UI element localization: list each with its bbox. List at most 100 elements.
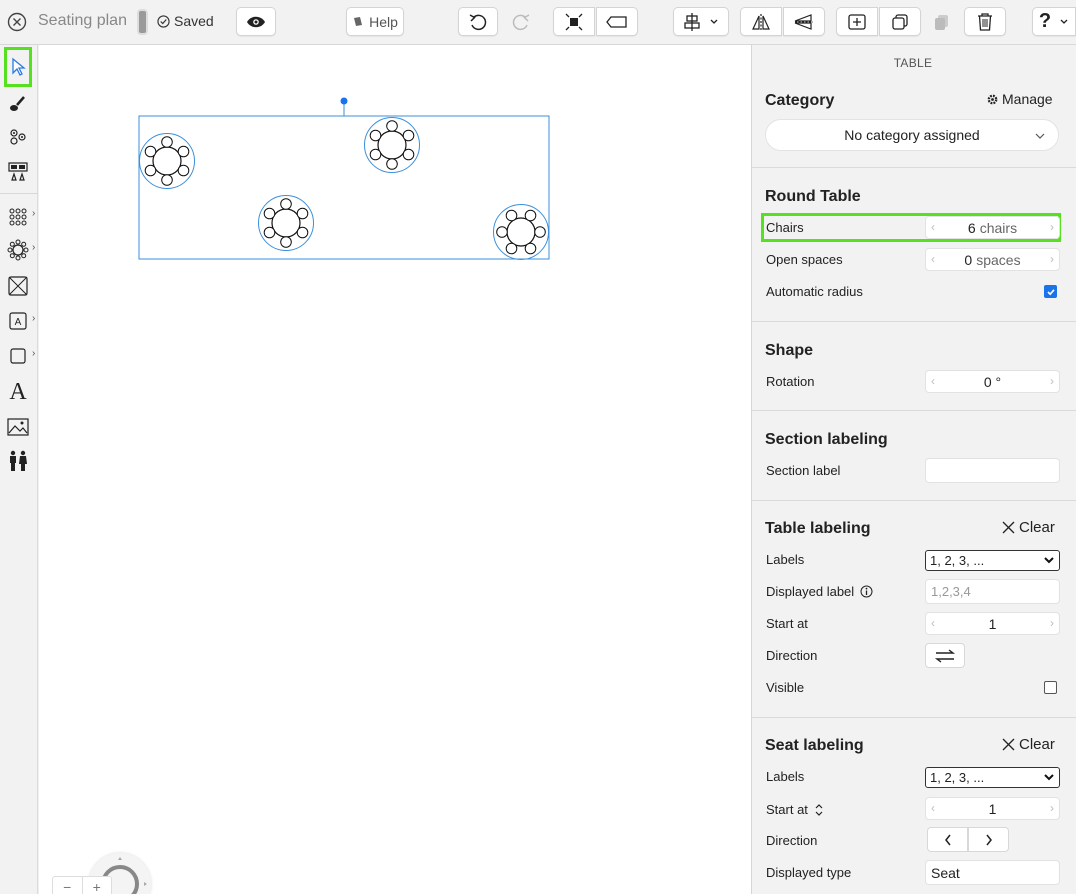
chevron-left-icon[interactable]: ‹ xyxy=(931,220,935,234)
delete-button[interactable] xyxy=(964,7,1006,36)
brush-tool[interactable] xyxy=(4,90,32,118)
tables-tool[interactable] xyxy=(4,157,32,185)
chair-seat[interactable] xyxy=(296,226,309,239)
chevron-left-icon[interactable]: ‹ xyxy=(931,374,935,388)
round-table[interactable] xyxy=(493,204,549,260)
tag-button[interactable] xyxy=(596,7,638,36)
chevron-left-icon[interactable]: ‹ xyxy=(931,616,935,630)
title-edit-handle[interactable] xyxy=(137,9,148,35)
chevron-left-icon[interactable]: ‹ xyxy=(931,801,935,815)
chair-seat[interactable] xyxy=(369,148,382,161)
clear-label: Clear xyxy=(1019,736,1055,753)
chevron-left-icon[interactable]: ‹ xyxy=(931,252,935,266)
table-top xyxy=(152,146,182,176)
round-tables[interactable] xyxy=(139,117,549,260)
floor-plan-svg[interactable] xyxy=(39,45,751,894)
round-table[interactable] xyxy=(139,133,195,189)
chevron-right-icon[interactable]: › xyxy=(1050,374,1054,388)
automatic-radius-checkbox[interactable] xyxy=(1044,285,1057,298)
redo-button[interactable] xyxy=(508,11,534,33)
shape-icon xyxy=(10,348,26,364)
chair-seat[interactable] xyxy=(386,158,398,170)
chevron-right-icon[interactable]: › xyxy=(1050,220,1054,234)
seats-tool[interactable] xyxy=(4,123,32,151)
displayed-label-input[interactable]: 1,2,3,4 xyxy=(925,579,1060,604)
selection-box[interactable] xyxy=(138,115,550,260)
chair-seat[interactable] xyxy=(505,209,518,222)
seat-start-at-stepper[interactable]: ‹ 1 › xyxy=(925,797,1060,820)
chair-seat[interactable] xyxy=(177,145,190,158)
people-tool[interactable] xyxy=(4,447,32,475)
table-start-at-stepper[interactable]: ‹ 1 › xyxy=(925,612,1060,635)
chair-seat[interactable] xyxy=(280,236,292,248)
seat-direction-left-button[interactable] xyxy=(927,827,968,852)
chair-seat[interactable] xyxy=(280,198,292,210)
chair-seat[interactable] xyxy=(144,164,157,177)
label-tool[interactable]: A xyxy=(4,307,32,335)
round-table-tool[interactable] xyxy=(4,236,32,264)
section-label-input[interactable] xyxy=(925,458,1060,483)
zoom-in-button[interactable]: + xyxy=(81,877,112,894)
table-labeling-clear-button[interactable]: Clear xyxy=(1002,519,1055,536)
area-tool[interactable] xyxy=(4,272,32,300)
align-button[interactable] xyxy=(673,7,729,36)
floor-plan-canvas[interactable]: − + xyxy=(39,45,751,894)
seat-labeling-clear-button[interactable]: Clear xyxy=(1002,736,1055,753)
add-group-button[interactable] xyxy=(836,7,878,36)
open-spaces-stepper[interactable]: ‹ 0 spaces › xyxy=(925,248,1060,271)
chair-seat[interactable] xyxy=(402,129,415,142)
zoom-out-button[interactable]: − xyxy=(53,877,82,894)
shape-tool[interactable] xyxy=(4,342,32,370)
sort-icon[interactable] xyxy=(814,803,824,817)
rows-tool[interactable] xyxy=(4,203,32,231)
plan-title[interactable]: Seating plan xyxy=(38,12,127,30)
saved-label: Saved xyxy=(174,13,214,29)
preview-button[interactable] xyxy=(236,7,276,36)
help-button[interactable]: Help xyxy=(346,7,404,36)
chair-seat[interactable] xyxy=(161,174,173,186)
chair-seat[interactable] xyxy=(177,164,190,177)
manage-categories-button[interactable]: Manage xyxy=(986,91,1053,107)
chair-seat[interactable] xyxy=(263,226,276,239)
chair-seat[interactable] xyxy=(402,148,415,161)
undo-button[interactable] xyxy=(458,7,498,36)
chair-seat[interactable] xyxy=(263,207,276,220)
chair-seat[interactable] xyxy=(524,242,537,255)
chair-seat[interactable] xyxy=(296,207,309,220)
image-tool[interactable] xyxy=(4,413,32,441)
help-menu-button[interactable]: ? xyxy=(1032,7,1076,36)
chair-seat[interactable] xyxy=(369,129,382,142)
chevron-right-icon[interactable]: › xyxy=(1050,252,1054,266)
chair-seat[interactable] xyxy=(534,226,546,238)
chair-seat[interactable] xyxy=(161,136,173,148)
chevron-right-icon[interactable]: › xyxy=(1050,801,1054,815)
visible-checkbox[interactable] xyxy=(1044,681,1057,694)
duplicate-button[interactable] xyxy=(879,7,921,36)
chair-seat[interactable] xyxy=(144,145,157,158)
select-tool[interactable] xyxy=(4,47,32,87)
text-icon[interactable]: A xyxy=(4,378,32,406)
displayed-type-input[interactable]: Seat xyxy=(925,860,1060,885)
chair-seat[interactable] xyxy=(496,226,508,238)
chair-seat[interactable] xyxy=(386,120,398,132)
seat-labels-select[interactable]: 1, 2, 3, ... xyxy=(925,767,1060,788)
select-all-button[interactable] xyxy=(553,7,595,36)
category-select[interactable]: No category assigned xyxy=(765,119,1059,151)
flip-vertical-button[interactable] xyxy=(783,7,825,36)
close-icon[interactable] xyxy=(6,11,28,33)
chairs-stepper[interactable]: ‹ 6 chairs › xyxy=(925,216,1060,239)
rotation-stepper[interactable]: ‹ 0 ° › xyxy=(925,370,1060,393)
table-direction-button[interactable] xyxy=(925,643,965,668)
flip-horizontal-button[interactable] xyxy=(740,7,782,36)
round-table[interactable] xyxy=(364,117,420,173)
rotation-handle[interactable] xyxy=(340,97,348,105)
table-labels-select[interactable]: 1, 2, 3, ... xyxy=(925,550,1060,571)
paste-button[interactable] xyxy=(928,11,954,33)
round-table[interactable] xyxy=(258,195,314,251)
chair-seat[interactable] xyxy=(524,209,537,222)
chair-seat[interactable] xyxy=(505,242,518,255)
table-start-at-value: 1 xyxy=(988,615,997,632)
seat-direction-right-button[interactable] xyxy=(968,827,1009,852)
chevron-right-icon[interactable]: › xyxy=(1050,616,1054,630)
info-icon[interactable] xyxy=(860,585,873,598)
